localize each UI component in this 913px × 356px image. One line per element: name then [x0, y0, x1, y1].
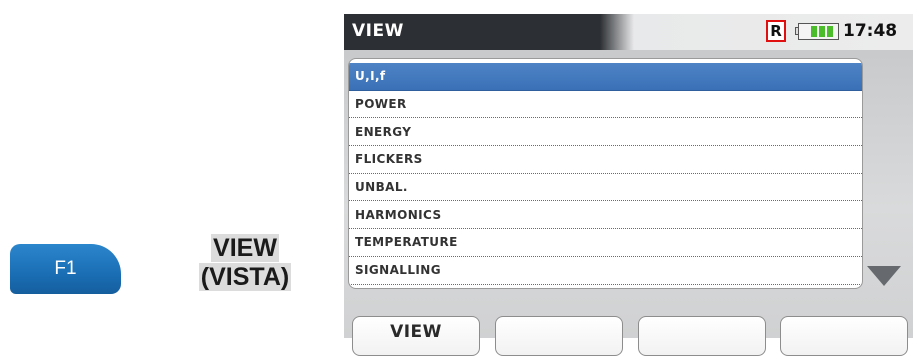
f1-key-icon: F1 [10, 244, 121, 294]
legend-line-2: (VISTA) [198, 263, 292, 291]
list-item-harmonics[interactable]: HARMONICS [349, 201, 862, 230]
list-item-temperature[interactable]: TEMPERATURE [349, 229, 862, 257]
record-indicator: R [766, 20, 786, 42]
list-item-unbalance[interactable]: UNBAL. [349, 174, 862, 202]
f1-view-button[interactable]: VIEW [352, 316, 480, 356]
list-item-uif[interactable]: U,I,f [349, 63, 862, 91]
triangle-down-icon[interactable] [867, 266, 901, 286]
f1-key-label: F1 [54, 258, 77, 279]
battery-cell [811, 26, 817, 37]
title-bar: VIEW R 17:48 [344, 14, 913, 50]
legend-line-1: VIEW [211, 234, 279, 262]
list-item-power[interactable]: POWER [349, 91, 862, 119]
f2-button[interactable] [495, 316, 623, 356]
screen-title: VIEW [352, 21, 404, 41]
view-list: U,I,f POWER ENERGY FLICKERS UNBAL. HARMO… [348, 58, 863, 289]
f4-button[interactable] [780, 316, 908, 356]
f3-button[interactable] [638, 316, 766, 356]
list-item-signalling[interactable]: SIGNALLING [349, 257, 862, 285]
device-screen: VIEW R 17:48 U,I,f POWER ENERGY FLICKERS… [344, 14, 913, 356]
list-item-flickers[interactable]: FLICKERS [349, 146, 862, 174]
function-legend: VIEW (VISTA) [182, 234, 308, 292]
battery-cell [827, 26, 833, 37]
clock-time: 17:48 [843, 21, 898, 41]
battery-body [798, 23, 839, 40]
battery-icon [795, 23, 839, 40]
list-item-energy[interactable]: ENERGY [349, 118, 862, 147]
battery-cell [819, 26, 825, 37]
